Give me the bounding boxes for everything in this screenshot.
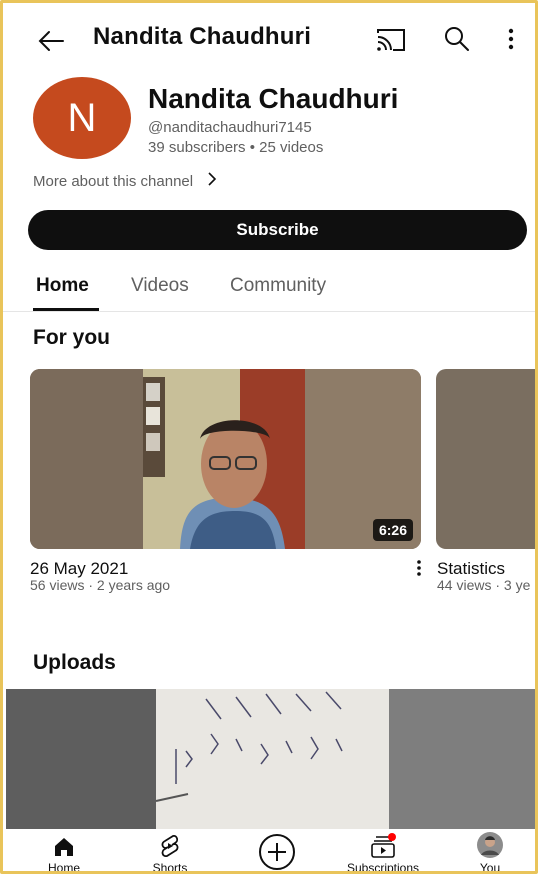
nav-subscriptions-label: Subscriptions	[346, 861, 420, 874]
subscriptions-icon	[338, 829, 428, 859]
nav-you-label: You	[479, 861, 501, 874]
video-menu-icon[interactable]	[415, 558, 423, 583]
tab-community[interactable]: Community	[230, 275, 326, 297]
uploads-heading: Uploads	[33, 651, 116, 674]
tab-home[interactable]: Home	[36, 275, 89, 297]
subscribe-button[interactable]: Subscribe	[28, 210, 527, 250]
profile-avatar	[445, 829, 535, 859]
app-frame: Nandita Chaudhuri N Nandita Chaudhuri @n…	[0, 0, 538, 874]
video-count: 25 videos	[259, 139, 324, 156]
nav-subscriptions[interactable]: Subscriptions	[338, 829, 428, 874]
upload-thumbnail-image	[6, 689, 535, 829]
video-title[interactable]: 26 May 2021	[30, 559, 128, 579]
nav-home[interactable]: Home	[19, 829, 109, 874]
video-thumbnail-2[interactable]	[436, 369, 535, 549]
video-title-2[interactable]: Statistics	[437, 559, 505, 579]
top-bar-title: Nandita Chaudhuri	[93, 23, 312, 50]
channel-stats: 39 subscribers • 25 videos	[148, 139, 323, 156]
create-icon	[232, 829, 322, 871]
avatar-letter: N	[67, 95, 97, 140]
home-icon	[19, 829, 109, 859]
back-arrow-icon[interactable]	[33, 23, 69, 59]
more-options-icon[interactable]	[501, 25, 521, 58]
nav-shorts[interactable]: Shorts	[125, 829, 215, 874]
video-meta-2: 44 views · 3 ye	[437, 577, 531, 593]
cast-icon[interactable]	[375, 27, 407, 58]
search-icon[interactable]	[443, 25, 471, 58]
nav-you[interactable]: You	[445, 829, 535, 874]
channel-avatar[interactable]: N	[33, 77, 131, 159]
top-bar: Nandita Chaudhuri	[3, 3, 535, 75]
nav-create[interactable]	[232, 829, 322, 871]
upload-thumbnail[interactable]	[6, 689, 535, 829]
channel-handle: @nanditachaudhuri7145	[148, 119, 312, 136]
video-meta: 56 views · 2 years ago	[30, 577, 171, 593]
more-about-label: More about this channel	[33, 172, 194, 190]
bottom-navigation: Home Shorts Subscriptions You	[3, 829, 535, 874]
shorts-icon	[125, 829, 215, 859]
for-you-heading: For you	[33, 326, 110, 349]
video-duration: 6:26	[372, 519, 413, 541]
nav-shorts-label: Shorts	[152, 861, 188, 874]
channel-tabs: Home Videos Community	[3, 265, 535, 312]
tab-videos[interactable]: Videos	[131, 275, 189, 297]
subscriber-count: 39 subscribers	[148, 139, 246, 156]
more-about-channel-link[interactable]: More about this channel	[33, 171, 217, 191]
active-tab-indicator	[33, 308, 99, 311]
video-thumbnail-image	[30, 369, 421, 549]
video-thumbnail[interactable]: 6:26	[30, 369, 421, 549]
channel-name: Nandita Chaudhuri	[148, 83, 399, 114]
stats-separator: •	[249, 139, 255, 156]
nav-home-label: Home	[47, 861, 80, 874]
chevron-right-icon	[207, 171, 217, 191]
